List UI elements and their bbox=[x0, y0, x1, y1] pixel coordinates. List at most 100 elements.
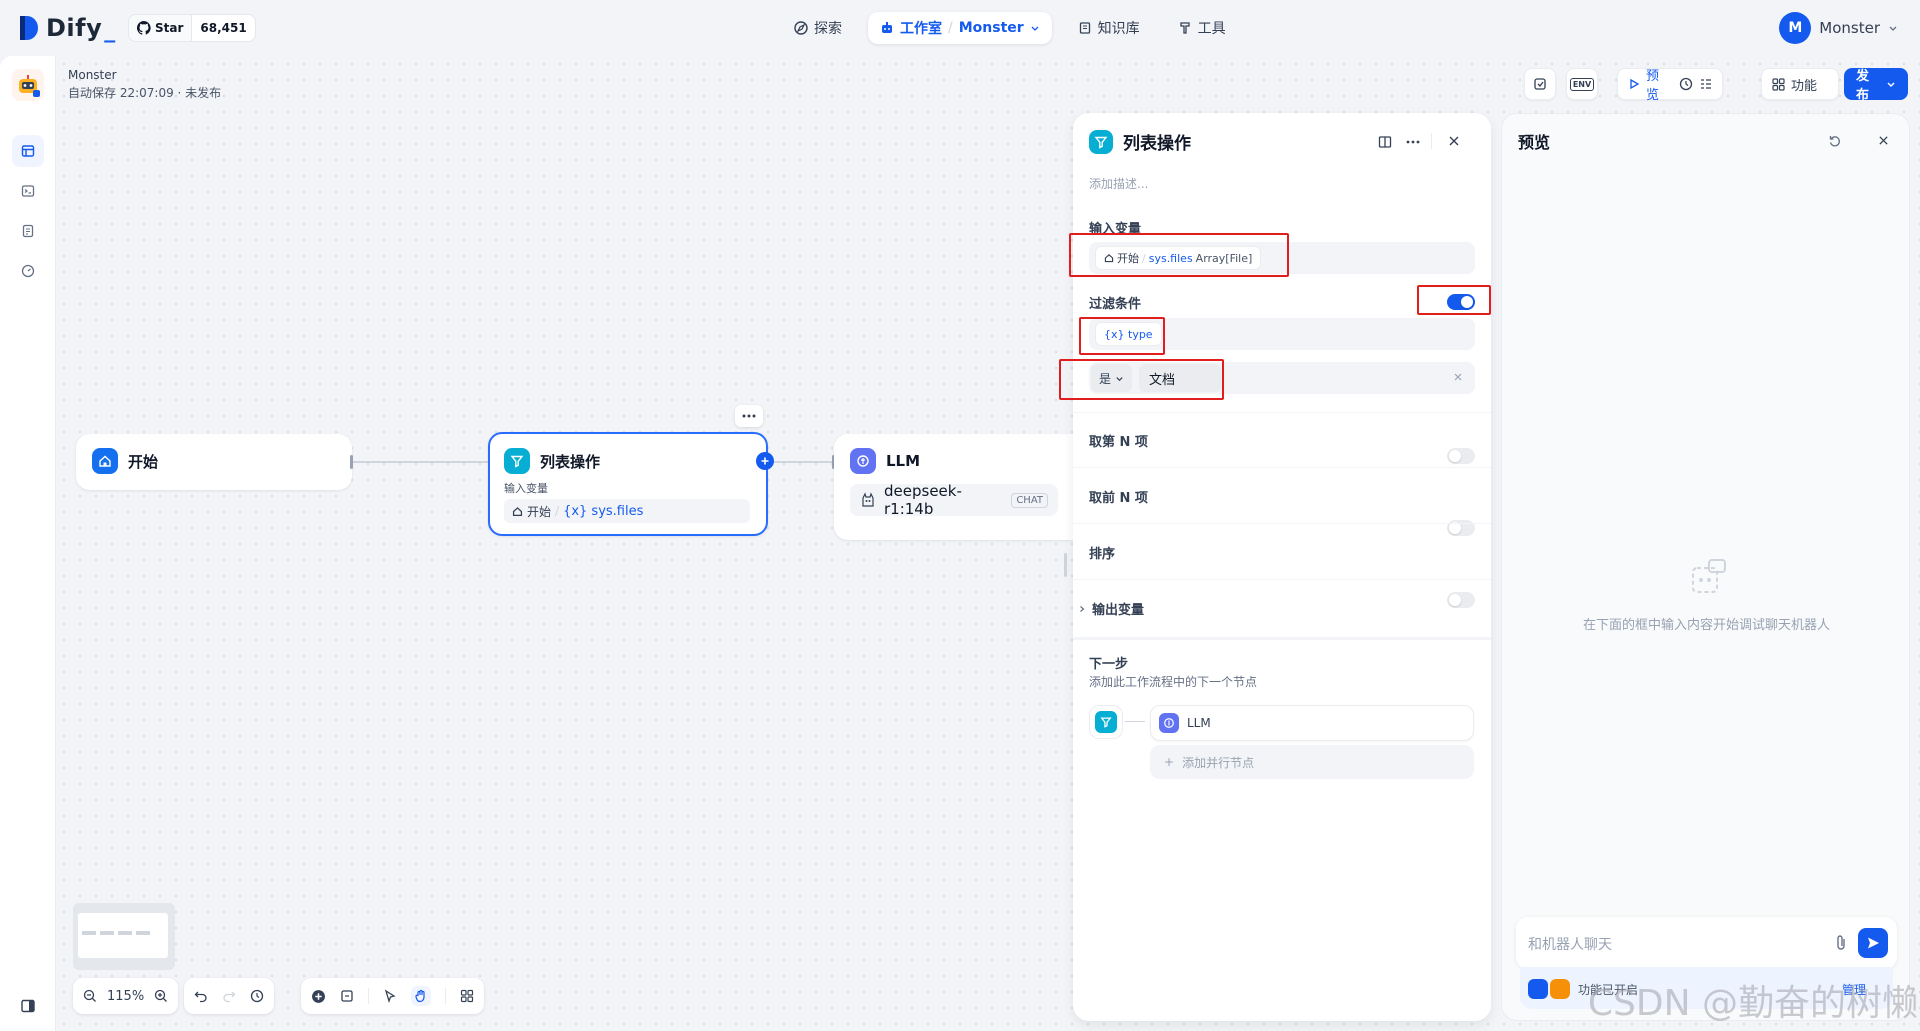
node-list-title: 列表操作 bbox=[540, 452, 601, 471]
panel-resize-handle[interactable] bbox=[1064, 553, 1067, 577]
grid-icon bbox=[1772, 77, 1785, 91]
panel-layout-icon[interactable] bbox=[1378, 135, 1392, 149]
add-node-icon[interactable] bbox=[311, 989, 326, 1004]
send-icon bbox=[1866, 936, 1880, 950]
header-divider bbox=[1431, 133, 1432, 149]
attachment-icon[interactable] bbox=[1834, 934, 1848, 952]
llm-brain-icon bbox=[850, 448, 876, 474]
nav-tab-tools[interactable]: 工具 bbox=[1166, 12, 1238, 44]
zoom-in-icon[interactable] bbox=[154, 989, 168, 1003]
node-list-input-pill: 开始 / {x} sys.files bbox=[504, 499, 750, 523]
minimap-node bbox=[118, 931, 132, 935]
feature-file-icon bbox=[1528, 979, 1548, 999]
feature-opener-icon bbox=[1550, 979, 1570, 999]
more-dots-icon[interactable] bbox=[1406, 140, 1420, 144]
hand-icon[interactable] bbox=[411, 986, 431, 1006]
node-start-output-handle[interactable] bbox=[350, 455, 353, 469]
nav-tab-tools-label: 工具 bbox=[1197, 21, 1226, 37]
zoom-out-icon[interactable] bbox=[83, 989, 97, 1003]
nav-tab-knowledge[interactable]: 知识库 bbox=[1066, 12, 1152, 44]
next-step-description: 添加此工作流程中的下一个节点 bbox=[1089, 675, 1258, 689]
dify-logo-mark bbox=[18, 14, 40, 42]
sort-toggle[interactable] bbox=[1447, 592, 1475, 608]
node-llm[interactable]: LLM deepseek-r1:14b CHAT bbox=[834, 434, 1074, 540]
take-nth-label: 取第 N 项 bbox=[1089, 435, 1148, 450]
app-name: Monster bbox=[68, 68, 117, 82]
node-llm-model: deepseek-r1:14b CHAT bbox=[850, 482, 1058, 518]
section-divider bbox=[1073, 412, 1491, 413]
filter-icon bbox=[1089, 129, 1113, 154]
version-history-icon[interactable] bbox=[250, 989, 264, 1003]
chatbot-icon bbox=[1689, 556, 1731, 598]
history-controls bbox=[184, 978, 274, 1014]
remove-condition-icon[interactable] bbox=[1453, 372, 1463, 382]
close-icon[interactable] bbox=[1448, 135, 1460, 147]
next-step-connector bbox=[1125, 721, 1145, 722]
user-menu[interactable]: M Monster bbox=[1779, 12, 1898, 44]
take-first-label: 取前 N 项 bbox=[1089, 491, 1148, 506]
close-icon[interactable] bbox=[1878, 135, 1889, 146]
node-start[interactable]: 开始 bbox=[76, 434, 352, 490]
zoom-level[interactable]: 115% bbox=[107, 989, 144, 1004]
preview-button[interactable]: 预览 bbox=[1646, 65, 1659, 103]
model-icon bbox=[860, 492, 876, 508]
take-nth-toggle[interactable] bbox=[1447, 448, 1475, 464]
home-icon bbox=[512, 506, 523, 517]
publish-button[interactable]: 发布 bbox=[1844, 68, 1908, 103]
user-name: Monster bbox=[1819, 19, 1880, 37]
plus-icon: + bbox=[1164, 755, 1175, 769]
section-divider bbox=[1073, 523, 1491, 524]
add-next-node-button[interactable] bbox=[756, 452, 774, 470]
robot-icon bbox=[880, 21, 894, 35]
node-list-input-label: 输入变量 bbox=[504, 482, 548, 495]
chevron-down-icon bbox=[1886, 79, 1896, 89]
run-history-icon[interactable] bbox=[1679, 77, 1693, 91]
highlight-box-toggle bbox=[1417, 285, 1491, 315]
node-list-operator[interactable]: 列表操作 输入变量 开始 / {x} sys.files bbox=[488, 432, 768, 536]
panel-header: 列表操作 bbox=[1089, 129, 1191, 154]
autosave-status: 自动保存 22:07:09 · 未发布 bbox=[68, 86, 222, 100]
history-button[interactable] bbox=[1524, 68, 1556, 100]
dify-logo[interactable]: Dify _ bbox=[18, 12, 115, 43]
nav-tab-studio-app[interactable]: Monster bbox=[959, 20, 1024, 36]
send-button[interactable] bbox=[1858, 928, 1888, 958]
refresh-icon[interactable] bbox=[1828, 134, 1842, 148]
pointer-icon[interactable] bbox=[383, 989, 397, 1003]
sidebar-collapse-button[interactable] bbox=[12, 990, 44, 1022]
hammer-icon bbox=[1178, 21, 1192, 35]
panel-description-input[interactable]: 添加描述... bbox=[1089, 175, 1148, 192]
redo-icon[interactable] bbox=[222, 989, 236, 1003]
filter-icon bbox=[504, 448, 530, 474]
sidebar-item-logs[interactable] bbox=[12, 215, 44, 247]
nav-tab-explore[interactable]: 探索 bbox=[782, 12, 854, 44]
add-note-icon[interactable] bbox=[340, 989, 354, 1003]
sidebar-item-api[interactable] bbox=[12, 175, 44, 207]
compass-icon bbox=[794, 21, 808, 35]
node-more-button[interactable] bbox=[735, 405, 763, 427]
section-divider bbox=[1073, 579, 1491, 580]
minimap[interactable] bbox=[73, 903, 175, 970]
next-node-llm[interactable]: LLM bbox=[1150, 705, 1474, 741]
github-star-button[interactable]: Star 68,451 bbox=[128, 14, 256, 42]
app-icon[interactable] bbox=[12, 69, 44, 101]
undo-icon[interactable] bbox=[194, 989, 208, 1003]
output-variables-toggle[interactable]: 输出变量 bbox=[1078, 599, 1144, 618]
add-parallel-node-button[interactable]: + 添加并行节点 bbox=[1150, 745, 1474, 779]
sidebar-item-monitoring[interactable] bbox=[12, 255, 44, 287]
tools-divider bbox=[445, 988, 446, 1004]
panel-title[interactable]: 列表操作 bbox=[1123, 129, 1191, 154]
chat-input-box[interactable]: 和机器人聊天 bbox=[1516, 917, 1897, 969]
env-button[interactable]: ENV bbox=[1566, 68, 1598, 100]
features-button[interactable]: 功能 bbox=[1761, 68, 1839, 100]
avatar: M bbox=[1779, 12, 1812, 44]
organize-layout-icon[interactable] bbox=[460, 989, 474, 1003]
highlight-box-condition bbox=[1059, 359, 1224, 400]
current-node-badge bbox=[1089, 705, 1123, 739]
top-navigation-bar: Dify _ Star 68,451 探索 工作室 / Monster 知识库 bbox=[0, 0, 1920, 56]
nav-tab-studio[interactable]: 工作室 / Monster bbox=[868, 12, 1052, 44]
section-divider-thick bbox=[1073, 637, 1491, 640]
env-label: ENV bbox=[1569, 77, 1595, 91]
nav-tab-knowledge-label: 知识库 bbox=[1097, 21, 1140, 37]
checklist-icon[interactable] bbox=[1699, 77, 1713, 91]
sidebar-item-orchestrate[interactable] bbox=[12, 135, 44, 167]
